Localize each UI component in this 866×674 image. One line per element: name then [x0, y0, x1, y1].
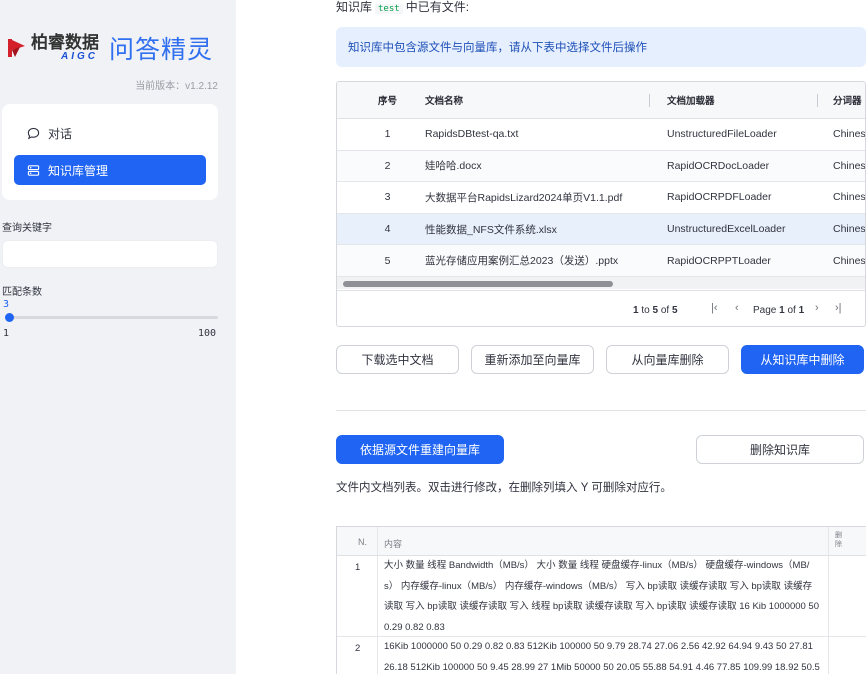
- table-row[interactable]: 2 娃哈哈.docx RapidOCRDocLoader Chines: [337, 150, 866, 183]
- main-content: 知识库 test 中已有文件: 知识库中包含源文件与向量库，请从下表中选择文件后操作…: [236, 0, 866, 674]
- header-content[interactable]: 内容: [384, 537, 402, 550]
- row-splitter: Chines: [833, 159, 866, 172]
- header-loader[interactable]: 文档加载器: [667, 82, 817, 118]
- info-alert: 知识库中包含源文件与向量库，请从下表中选择文件后操作: [336, 27, 866, 67]
- header-splitter[interactable]: 分词器: [833, 82, 865, 118]
- kb-heading: 知识库 test 中已有文件:: [336, 0, 469, 15]
- pagination-range: 1 to 5 of 5: [633, 305, 678, 316]
- brand-flag-icon: [8, 39, 25, 57]
- match-count-slider[interactable]: [5, 313, 218, 322]
- delete-kb-button[interactable]: 删除知识库: [696, 435, 864, 464]
- nav-menu: 对话 知识库管理: [2, 104, 218, 200]
- next-page-icon[interactable]: ›: [815, 302, 819, 314]
- kb-prefix: 知识库: [336, 0, 373, 14]
- row-loader: RapidOCRPPTLoader: [667, 254, 771, 267]
- database-icon: [26, 163, 40, 177]
- last-page-icon[interactable]: ›|: [835, 302, 842, 314]
- row-loader: RapidOCRPDFLoader: [667, 191, 772, 204]
- column-resize-handle[interactable]: [649, 94, 650, 107]
- row-name: 娃哈哈.docx: [425, 160, 482, 173]
- table-row[interactable]: 3 大数据平台RapidsLizard2024单页V1.1.pdf RapidO…: [337, 182, 865, 214]
- nav-item-knowledge-base[interactable]: 知识库管理: [14, 155, 206, 185]
- brand-name: 柏睿数据: [31, 33, 99, 53]
- row-loader: UnstructuredExcelLoader: [667, 223, 786, 236]
- sidebar: 柏睿数据 AIGC 问答精灵 当前版本：v1.2.12 对话 知识库管理 查询关…: [0, 0, 236, 674]
- pagination: 1 to 5 of 5 |‹ ‹ Page 1 of 1 › ›|: [337, 290, 865, 326]
- table-row[interactable]: 5 蓝光存储应用案例汇总2023（发送）.pptx RapidOCRPPTLoa…: [337, 245, 865, 277]
- row-loader: RapidOCRDocLoader: [667, 159, 770, 172]
- search-input[interactable]: [2, 240, 218, 268]
- row-content[interactable]: 大小 数量 线程 Bandwidth（MB/s） 大小 数量 线程 硬盘缓存-l…: [384, 556, 820, 638]
- row-n: 2: [355, 643, 361, 654]
- table-row[interactable]: 1 RapidsDBtest-qa.txt UnstructuredFileLo…: [337, 119, 865, 151]
- slider-max: 100: [198, 328, 217, 339]
- download-selected-button[interactable]: 下载选中文档: [336, 345, 459, 374]
- row-name: 性能数据_NFS文件系统.xlsx: [425, 223, 557, 236]
- nav-item-chat[interactable]: 对话: [14, 118, 206, 148]
- row-no: 4: [384, 223, 391, 236]
- re-add-vector-button[interactable]: 重新添加至向量库: [471, 345, 594, 374]
- doc-list-description: 文件内文档列表。双击进行修改，在删除列填入 Y 可删除对应行。: [336, 482, 672, 494]
- column-resize-handle[interactable]: [817, 94, 818, 107]
- file-table: 序号 文档名称 文档加载器 分词器 1 RapidsDBtest-qa.txt …: [336, 81, 866, 327]
- delete-from-vector-button[interactable]: 从向量库删除: [606, 345, 729, 374]
- slider-min: 1: [3, 328, 10, 339]
- row-splitter: Chines: [833, 223, 866, 236]
- file-table-header: 序号 文档名称 文档加载器 分词器: [337, 82, 865, 119]
- header-no[interactable]: 序号: [377, 82, 398, 118]
- doc-content-table: N. 内容 删除 1 大小 数量 线程 Bandwidth（MB/s） 大小 数…: [336, 526, 866, 674]
- product-name: 问答精灵: [109, 35, 214, 64]
- header-n[interactable]: N.: [358, 537, 367, 547]
- page-indicator: Page 1 of 1: [753, 305, 805, 316]
- delete-from-kb-button[interactable]: 从知识库中删除: [741, 345, 864, 374]
- doc-table-header: N. 内容 删除: [337, 527, 866, 556]
- row-content[interactable]: 16Kib 1000000 50 0.29 0.82 0.83 512Kib 1…: [384, 637, 820, 674]
- brand-text: 柏睿数据 AIGC: [31, 34, 99, 62]
- table-row-selected[interactable]: 4 性能数据_NFS文件系统.xlsx UnstructuredExcelLoa…: [337, 213, 866, 246]
- prev-page-icon[interactable]: ‹: [735, 302, 739, 314]
- table-row[interactable]: 1 大小 数量 线程 Bandwidth（MB/s） 大小 数量 线程 硬盘缓存…: [337, 556, 866, 637]
- header-delete[interactable]: 删除: [835, 531, 847, 549]
- slider-value: 3: [3, 299, 10, 310]
- search-label: 查询关键字: [2, 223, 52, 234]
- row-no: 2: [384, 159, 391, 172]
- table-row[interactable]: 2 16Kib 1000000 50 0.29 0.82 0.83 512Kib…: [337, 637, 866, 674]
- row-splitter: Chines: [833, 254, 866, 267]
- rebuild-vector-button[interactable]: 依据源文件重建向量库: [336, 435, 504, 464]
- first-page-icon[interactable]: |‹: [711, 302, 718, 314]
- row-splitter: Chines: [833, 191, 866, 204]
- chat-bubble-icon: [26, 126, 40, 140]
- horizontal-scrollbar[interactable]: [337, 276, 865, 289]
- slider-thumb[interactable]: [5, 313, 15, 322]
- row-name: RapidsDBtest-qa.txt: [425, 128, 519, 141]
- match-count-label: 匹配条数: [2, 287, 42, 298]
- row-no: 3: [384, 191, 391, 204]
- row-no: 1: [384, 128, 391, 141]
- version-label: 当前版本：v1.2.12: [135, 81, 218, 92]
- row-no: 5: [384, 254, 391, 267]
- kb-suffix: 中已有文件:: [405, 0, 470, 14]
- row-n: 1: [355, 562, 361, 573]
- header-name[interactable]: 文档名称: [425, 82, 650, 118]
- kb-name: test: [375, 4, 403, 14]
- brand-sub: AIGC: [61, 51, 98, 62]
- row-splitter: Chines: [833, 128, 866, 141]
- divider: [336, 410, 866, 411]
- nav-item-knowledge-base-label: 知识库管理: [48, 163, 109, 178]
- scrollbar-thumb[interactable]: [343, 281, 613, 287]
- logo: 柏睿数据 AIGC 问答精灵: [6, 30, 213, 66]
- row-name: 大数据平台RapidsLizard2024单页V1.1.pdf: [425, 191, 623, 204]
- row-name: 蓝光存储应用案例汇总2023（发送）.pptx: [425, 255, 619, 268]
- nav-item-chat-label: 对话: [48, 126, 73, 141]
- row-loader: UnstructuredFileLoader: [667, 128, 777, 141]
